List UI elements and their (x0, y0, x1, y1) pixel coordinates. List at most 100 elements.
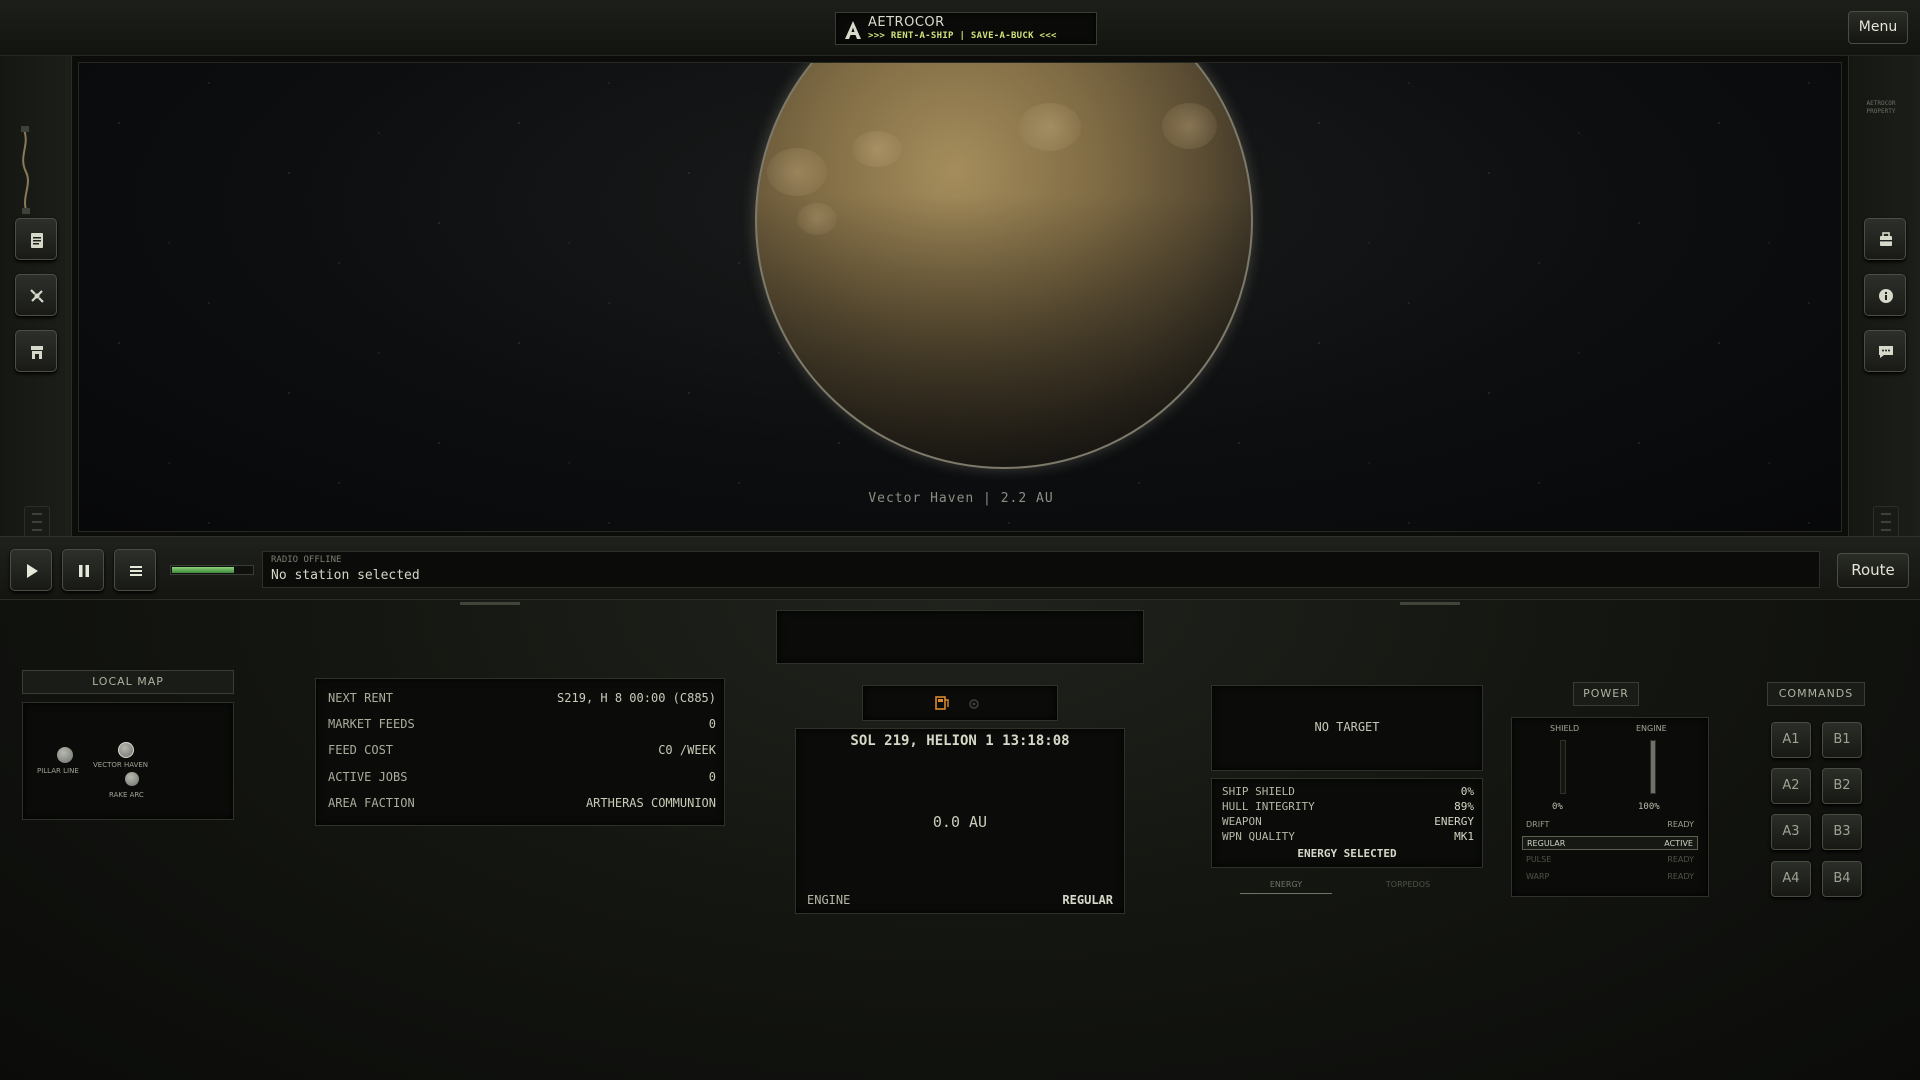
power-mode-drift[interactable]: DRIFT READY (1522, 818, 1698, 832)
shield-label: SHIELD (1550, 724, 1580, 733)
command-a4-button[interactable]: A4 (1771, 861, 1811, 897)
command-b3-button[interactable]: B3 (1822, 814, 1862, 850)
tab-torpedos[interactable]: TORPEDOS (1362, 880, 1454, 894)
play-button[interactable] (10, 549, 52, 591)
status-label: SHIP SHIELD (1222, 785, 1295, 798)
power-mode-regular[interactable]: REGULAR ACTIVE (1522, 836, 1698, 850)
cargo-icon (1880, 232, 1892, 246)
mode-status: READY (1667, 872, 1694, 881)
info-label: ACTIVE JOBS (328, 770, 408, 784)
list-button[interactable] (114, 549, 156, 591)
status-value: 0% (1460, 785, 1474, 798)
chat-icon (1879, 346, 1893, 358)
satellite-icon (30, 289, 44, 303)
local-map-title: LOCAL MAP (22, 670, 234, 694)
power-mode-pulse[interactable]: PULSE READY (1522, 853, 1698, 867)
volume-fill (172, 567, 234, 573)
status-row: WPN QUALITY MK1 (1222, 830, 1474, 845)
space-viewport[interactable]: Vector Haven | 2.2 AU (78, 62, 1842, 532)
aetrocor-logo-icon (845, 21, 861, 39)
status-value: 89% (1454, 800, 1474, 813)
radio-message: No station selected (271, 568, 420, 583)
engine-mode: REGULAR (1062, 893, 1113, 907)
top-bar: AETROCOR >>> RENT-A-SHIP | SAVE-A-BUCK <… (0, 0, 1920, 56)
info-button[interactable] (1864, 274, 1906, 316)
info-row-active-jobs: ACTIVE JOBS 0 (328, 770, 716, 792)
map-label: VECTOR HAVEN (93, 761, 149, 769)
weapon-selected: ENERGY SELECTED (1297, 847, 1397, 860)
map-body-pillar-line[interactable] (57, 747, 73, 763)
mode-status: READY (1667, 855, 1694, 864)
engine-power-label: ENGINE (1636, 724, 1667, 733)
info-label: NEXT RENT (328, 691, 394, 705)
brand-banner: AETROCOR >>> RENT-A-SHIP | SAVE-A-BUCK <… (835, 12, 1097, 45)
station-info-panel: NEXT RENT S219, H 8 00:00 (C885) MARKET F… (315, 678, 725, 826)
target-screen[interactable]: NO TARGET (1211, 685, 1483, 771)
map-body-rake-arc[interactable] (125, 772, 139, 786)
volume-bar[interactable] (170, 565, 254, 575)
command-a2-button[interactable]: A2 (1771, 768, 1811, 804)
status-label: HULL INTEGRITY (1222, 800, 1315, 813)
right-rail: AETROCOR PROPERTY (1848, 56, 1920, 566)
info-row-area-faction: AREA FACTION ARTHERAS COMMUNION (328, 796, 716, 818)
store-button[interactable] (15, 330, 57, 372)
commands-title: COMMANDS (1767, 682, 1865, 706)
info-row-feed-cost: FEED COST C0 /WEEK (328, 743, 716, 765)
info-value: 0 (708, 770, 716, 784)
command-b4-button[interactable]: B4 (1822, 861, 1862, 897)
command-a1-button[interactable]: A1 (1771, 722, 1811, 758)
engine-power-fill (1651, 741, 1655, 793)
clipboard-icon (31, 233, 43, 248)
rail-light (460, 602, 520, 605)
cable-icon (21, 126, 30, 214)
satellite-button[interactable] (15, 274, 57, 316)
command-a3-button[interactable]: A3 (1771, 814, 1811, 850)
play-icon (27, 564, 38, 578)
nav-distance: 0.0 AU (932, 813, 988, 831)
route-button[interactable]: Route (1837, 553, 1909, 588)
status-row: HULL INTEGRITY 89% (1222, 800, 1474, 815)
rail-light (1400, 602, 1460, 605)
info-label: FEED COST (328, 743, 394, 757)
local-map[interactable]: PILLAR LINE VECTOR HAVEN RAKE ARC (22, 702, 234, 820)
planet-caption: Vector Haven | 2.2 AU (868, 491, 1054, 506)
info-value: S219, H 8 00:00 (C885) (557, 691, 716, 705)
clipboard-button[interactable] (15, 218, 57, 260)
mode-status: ACTIVE (1664, 839, 1693, 848)
cargo-button[interactable] (1864, 218, 1906, 260)
power-mode-warp[interactable]: WARP READY (1522, 870, 1698, 884)
mode-name: REGULAR (1527, 839, 1566, 848)
engine-power-slider[interactable] (1650, 740, 1656, 794)
command-b2-button[interactable]: B2 (1822, 768, 1862, 804)
info-row-market-feeds: MARKET FEEDS 0 (328, 717, 716, 739)
pause-icon (79, 565, 89, 577)
info-value: ARTHERAS COMMUNION (585, 796, 716, 810)
radio-status: RADIO OFFLINE (271, 555, 342, 565)
nav-tab-bar (862, 685, 1058, 721)
pause-button[interactable] (62, 549, 104, 591)
power-panel: SHIELD ENGINE 0% 100% DRIFT READY REGULAR… (1511, 717, 1709, 897)
map-body-vector-haven[interactable] (118, 742, 134, 758)
command-b1-button[interactable]: B1 (1822, 722, 1862, 758)
store-icon (31, 346, 43, 359)
fuel-icon[interactable] (935, 696, 951, 710)
map-label: RAKE ARC (109, 791, 144, 799)
tab-energy[interactable]: ENERGY (1240, 880, 1332, 894)
chat-button[interactable] (1864, 330, 1906, 372)
info-icon (1879, 289, 1893, 303)
status-row: SHIP SHIELD 0% (1222, 785, 1474, 800)
brand-tagline: >>> RENT-A-SHIP | SAVE-A-BUCK <<< (868, 31, 1057, 41)
status-value: ENERGY (1434, 815, 1474, 828)
engine-value: 100% (1638, 802, 1660, 812)
info-row-next-rent: NEXT RENT S219, H 8 00:00 (C885) (328, 691, 716, 713)
target-label: NO TARGET (1314, 720, 1380, 734)
status-label: WPN QUALITY (1222, 830, 1295, 843)
menu-button[interactable]: Menu (1848, 11, 1908, 44)
ship-status-panel: SHIP SHIELD 0% HULL INTEGRITY 89% WEAPON EN… (1211, 778, 1483, 868)
scanner-icon[interactable] (967, 698, 981, 710)
info-value: 0 (708, 717, 716, 731)
map-label: PILLAR LINE (37, 767, 79, 775)
status-label: WEAPON (1222, 815, 1262, 828)
mode-name: WARP (1526, 872, 1550, 881)
shield-power-slider[interactable] (1560, 740, 1566, 794)
